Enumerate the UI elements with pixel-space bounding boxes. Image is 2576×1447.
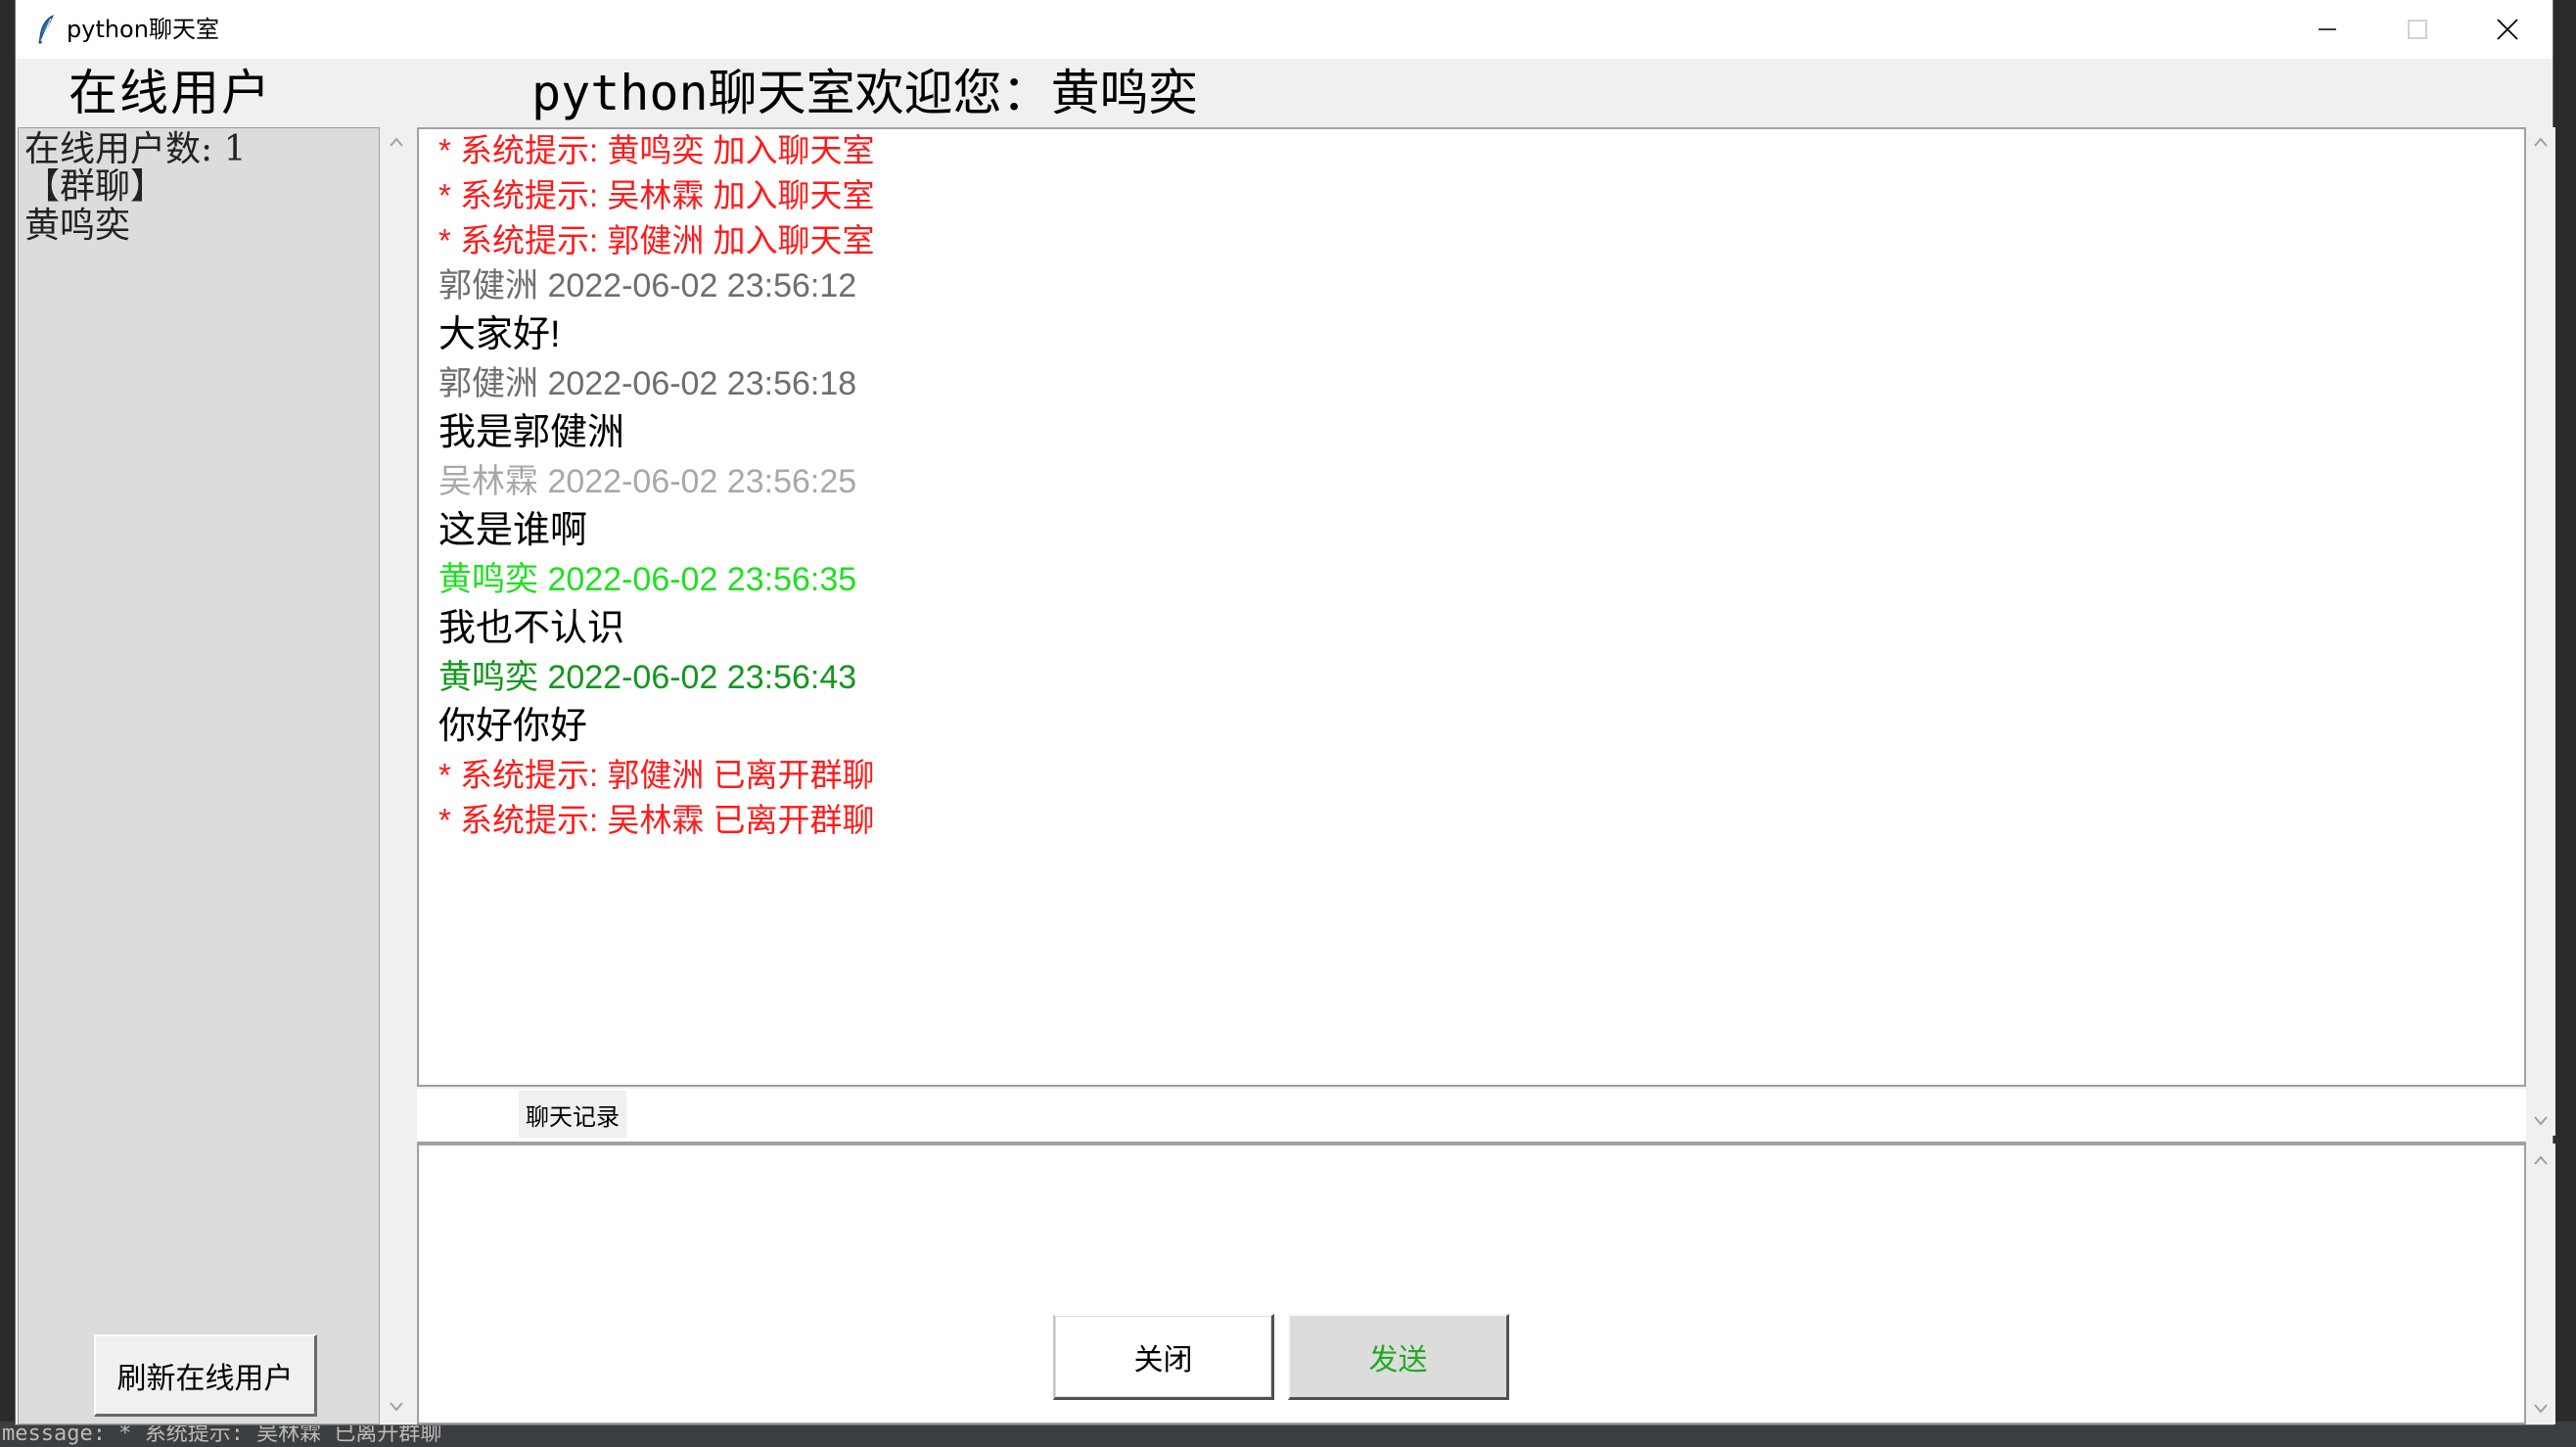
minimize-button[interactable] bbox=[2282, 0, 2372, 59]
user-list-item-user[interactable]: 黄鸣奕 bbox=[24, 207, 130, 246]
minimize-icon bbox=[2319, 28, 2336, 30]
close-window-button[interactable] bbox=[2462, 0, 2553, 59]
scroll-up-icon[interactable] bbox=[2534, 137, 2548, 147]
maximize-button[interactable] bbox=[2372, 0, 2462, 59]
system-message: * 系统提示: 吴林霖 加入聊天室 bbox=[438, 177, 875, 213]
user-list-item-group-chat[interactable]: 【群聊】 bbox=[24, 167, 165, 207]
message-body: 大家好! bbox=[438, 314, 561, 355]
message-sender-timestamp: 郭健洲 2022-06-02 23:56:18 bbox=[438, 365, 857, 402]
welcome-heading: python聊天室欢迎您：黄鸣奕 bbox=[531, 65, 1198, 121]
scroll-down-icon[interactable] bbox=[2534, 1404, 2548, 1414]
scroll-down-icon[interactable] bbox=[2534, 1116, 2548, 1126]
window-title: python聊天室 bbox=[67, 16, 219, 43]
chat-history-display[interactable]: * 系统提示: 黄鸣奕 加入聊天室 * 系统提示: 吴林霖 加入聊天室 * 系统… bbox=[417, 127, 2526, 1087]
feather-icon bbox=[38, 14, 54, 44]
background-console-line: message: * 系统提示: 吴林霖 已离开群聊 bbox=[0, 1422, 2576, 1447]
close-button[interactable]: 关闭 bbox=[1053, 1314, 1274, 1400]
message-sender-timestamp: 黄鸣奕 2022-06-02 23:56:35 bbox=[438, 561, 857, 598]
message-body: 我是郭健洲 bbox=[438, 412, 625, 453]
online-user-list[interactable]: 在线用户数: 1 【群聊】 黄鸣奕 bbox=[18, 127, 380, 1424]
maximize-icon bbox=[2408, 20, 2427, 39]
send-button[interactable]: 发送 bbox=[1288, 1314, 1509, 1400]
title-bar[interactable]: python聊天室 bbox=[16, 0, 2553, 59]
system-message: * 系统提示: 郭健洲 已离开群聊 bbox=[438, 757, 875, 793]
scroll-down-icon[interactable] bbox=[390, 1402, 403, 1412]
message-sender-timestamp: 黄鸣奕 2022-06-02 23:56:43 bbox=[438, 659, 857, 696]
message-sender-timestamp: 郭健洲 2022-06-02 23:56:12 bbox=[438, 267, 857, 304]
online-user-count: 在线用户数: 1 bbox=[24, 129, 247, 169]
message-body: 这是谁啊 bbox=[438, 510, 588, 551]
scroll-up-icon[interactable] bbox=[2534, 1155, 2548, 1165]
message-sender-timestamp: 吴林霖 2022-06-02 23:56:25 bbox=[438, 463, 857, 500]
chat-window: python聊天室 在线用户 python聊天室欢迎您：黄鸣奕 在线用户数: 1… bbox=[16, 0, 2555, 1424]
system-message: * 系统提示: 吴林霖 已离开群聊 bbox=[438, 802, 875, 838]
refresh-online-users-button[interactable]: 刷新在线用户 bbox=[94, 1334, 317, 1417]
scroll-up-icon[interactable] bbox=[390, 137, 403, 147]
chat-history-button[interactable]: 聊天记录 bbox=[519, 1091, 626, 1138]
background-right-strip bbox=[2553, 0, 2576, 1447]
online-users-heading: 在线用户 bbox=[69, 65, 272, 121]
message-body: 你好你好 bbox=[438, 706, 588, 747]
close-icon bbox=[2497, 19, 2518, 40]
message-body: 我也不认识 bbox=[438, 608, 625, 649]
system-message: * 系统提示: 黄鸣奕 加入聊天室 bbox=[438, 132, 875, 168]
system-message: * 系统提示: 郭健洲 加入聊天室 bbox=[438, 222, 875, 258]
input-scrollbar[interactable] bbox=[2526, 1144, 2555, 1424]
history-toolbar bbox=[417, 1089, 2526, 1144]
chat-scrollbar[interactable] bbox=[2526, 127, 2555, 1136]
user-list-scrollbar[interactable] bbox=[382, 127, 411, 1424]
